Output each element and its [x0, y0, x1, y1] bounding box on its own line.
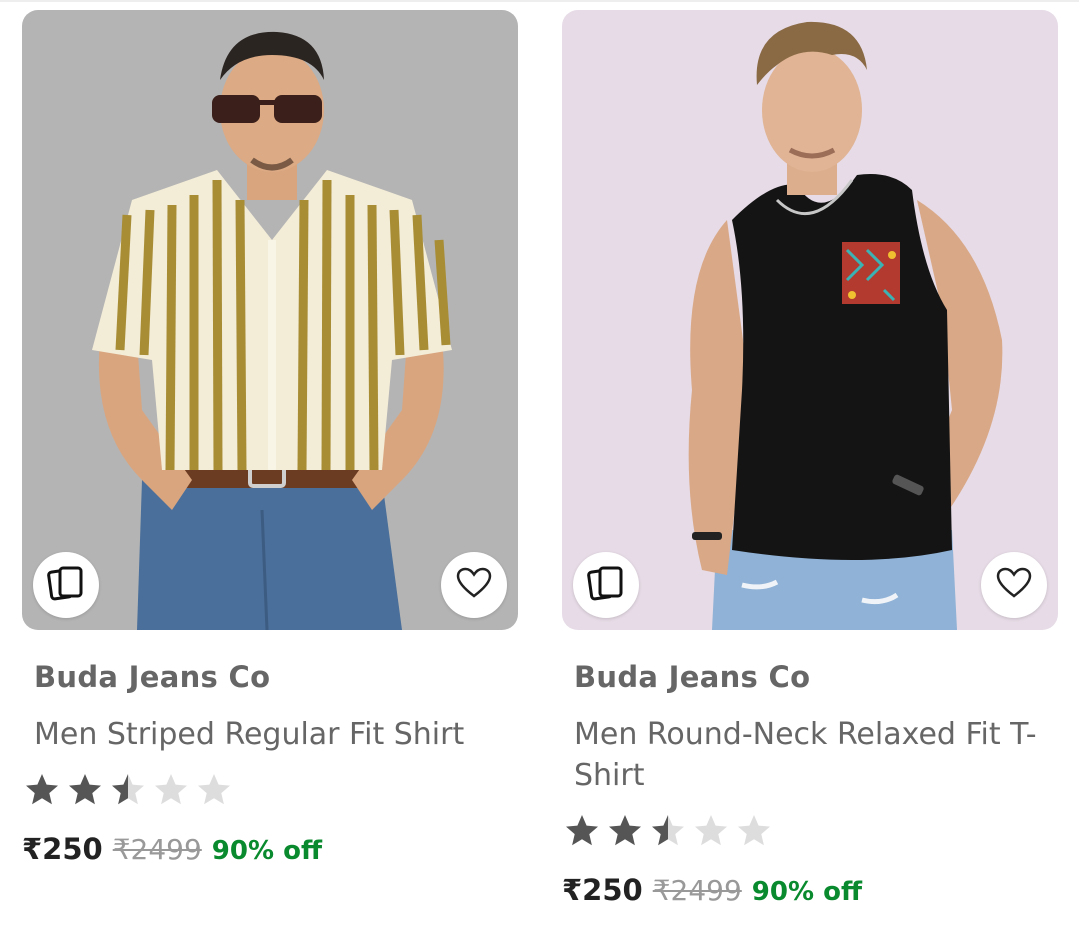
product-title[interactable]: Men Round-Neck Relaxed Fit T-Shirt — [574, 714, 1054, 796]
original-price: ₹2499 — [112, 833, 202, 866]
original-price: ₹2499 — [652, 874, 742, 907]
star-icon — [738, 815, 770, 846]
star-rating — [24, 772, 232, 806]
product-card[interactable]: Buda Jeans Co Men Round-Neck Relaxed Fit… — [562, 10, 1058, 907]
price-row: ₹250 ₹2499 90% off — [562, 873, 862, 907]
similar-products-icon — [47, 564, 85, 606]
product-image[interactable] — [22, 10, 518, 630]
similar-products-icon — [587, 564, 625, 606]
top-divider — [0, 0, 1079, 2]
star-icon — [198, 774, 230, 805]
star-icon — [112, 774, 144, 805]
discount-badge: 90% off — [751, 877, 863, 907]
star-icon — [26, 774, 58, 805]
brand-name: Buda Jeans Co — [574, 660, 811, 694]
heart-outline-icon — [996, 567, 1032, 603]
price-row: ₹250 ₹2499 90% off — [22, 832, 322, 866]
star-icon — [609, 815, 641, 846]
similar-products-button[interactable] — [573, 552, 639, 618]
selling-price: ₹250 — [562, 873, 643, 907]
selling-price: ₹250 — [22, 832, 103, 866]
star-icon — [69, 774, 101, 805]
product-card[interactable]: Buda Jeans Co Men Striped Regular Fit Sh… — [22, 10, 518, 866]
star-icon — [695, 815, 727, 846]
star-rating — [564, 813, 772, 847]
star-icon — [566, 815, 598, 846]
heart-outline-icon — [456, 567, 492, 603]
wishlist-button[interactable] — [441, 552, 507, 618]
brand-name: Buda Jeans Co — [34, 660, 271, 694]
discount-badge: 90% off — [211, 836, 323, 866]
product-image[interactable] — [562, 10, 1058, 630]
star-icon — [155, 774, 187, 805]
wishlist-button[interactable] — [981, 552, 1047, 618]
star-icon — [652, 815, 684, 846]
product-title[interactable]: Men Striped Regular Fit Shirt — [34, 714, 514, 755]
similar-products-button[interactable] — [33, 552, 99, 618]
